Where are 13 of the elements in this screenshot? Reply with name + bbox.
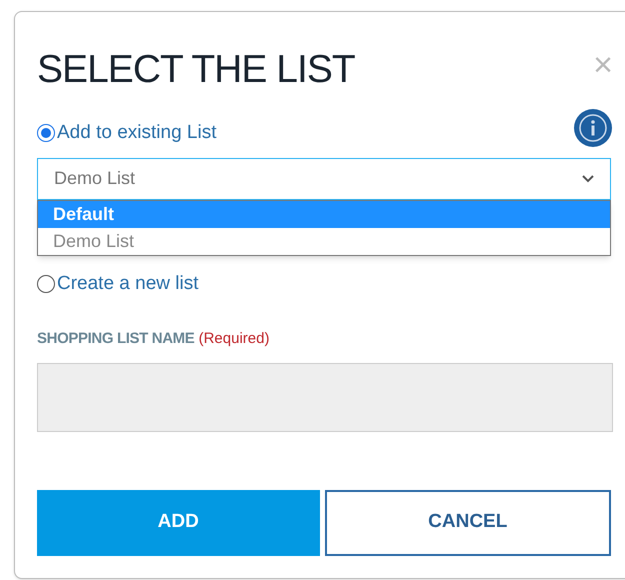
field-label: SHOPPING LIST NAME (Required) xyxy=(37,329,270,349)
radio-button[interactable] xyxy=(37,274,55,293)
dropdown-option[interactable]: Demo List xyxy=(38,228,610,254)
list-select[interactable]: Demo List xyxy=(37,158,611,200)
option-label[interactable]: Add to existing List xyxy=(57,119,216,148)
dialog-title: SELECT THE LIST xyxy=(37,50,355,89)
chevron-down-icon xyxy=(582,174,594,182)
cancel-button[interactable]: CANCEL xyxy=(324,490,611,556)
radio-button[interactable] xyxy=(37,124,55,142)
info-icon[interactable] xyxy=(573,108,613,148)
add-button[interactable]: ADD xyxy=(37,490,320,556)
option-label[interactable]: Create a new list xyxy=(57,270,199,298)
dropdown-option[interactable]: Default xyxy=(38,200,610,228)
